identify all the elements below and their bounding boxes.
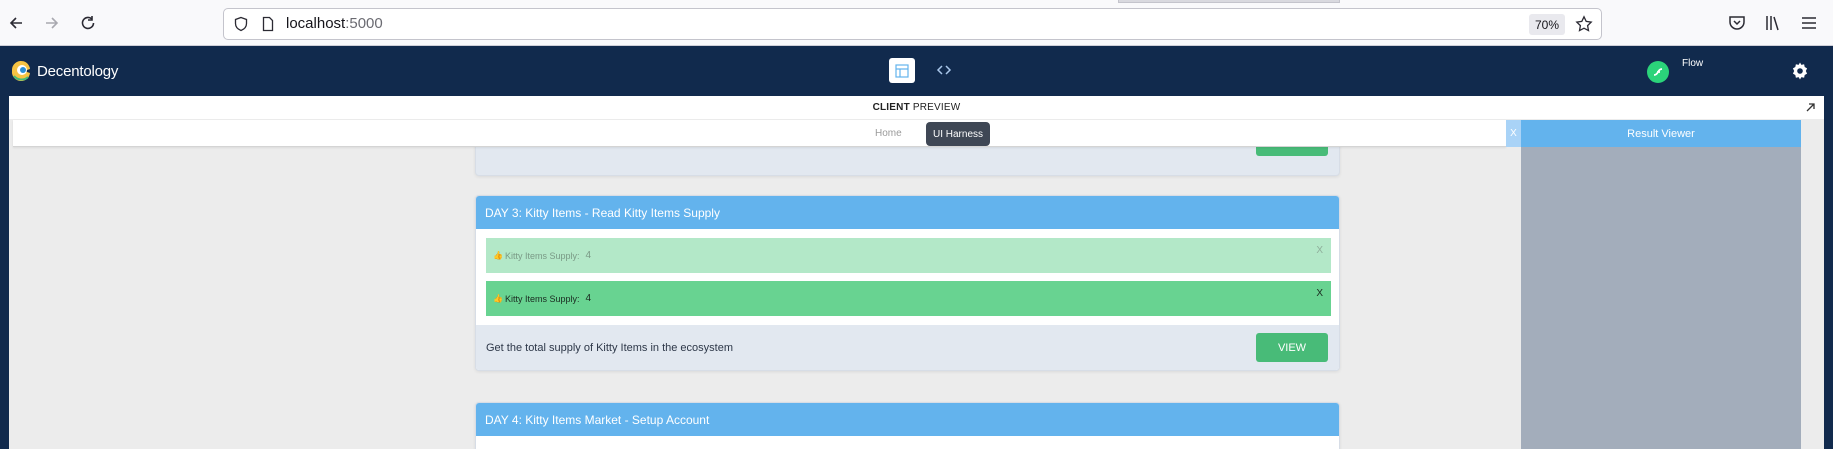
- logo-text: Decentology: [37, 62, 119, 80]
- back-arrow-icon: [9, 17, 22, 29]
- bookmark-star-icon[interactable]: [1575, 15, 1593, 33]
- flow-network-icon[interactable]: [1647, 61, 1669, 83]
- client-preview-title-bar: CLIENT PREVIEW: [9, 96, 1824, 119]
- code-view-icon[interactable]: [935, 61, 953, 79]
- decentology-logo[interactable]: Decentology: [9, 59, 118, 83]
- harness-navbar: Home UI Harness: [13, 120, 1506, 147]
- preview-view-button[interactable]: [889, 58, 915, 83]
- result-close-button[interactable]: X: [1316, 245, 1323, 256]
- tab-strip-edge: [1118, 0, 1340, 3]
- result-label: Kitty Items Supply:: [504, 250, 580, 261]
- card-footer: Get the total supply of Kitty Items in t…: [476, 325, 1339, 370]
- shield-icon[interactable]: [233, 16, 249, 32]
- url-host: localhost: [286, 15, 346, 32]
- previous-card-footer: [475, 143, 1340, 176]
- menu-icon[interactable]: [1799, 13, 1819, 33]
- result-label: Kitty Items Supply:: [504, 293, 580, 304]
- zoom-level[interactable]: 70%: [1529, 14, 1565, 35]
- app-header: Decentology Flow: [0, 46, 1833, 96]
- page-icon[interactable]: [260, 16, 276, 32]
- result-viewer: Result Viewer: [1521, 120, 1801, 449]
- card-title: DAY 4: Kitty Items Market - Setup Accoun…: [476, 403, 1339, 436]
- settings-gear-icon[interactable]: [1790, 61, 1810, 81]
- result-row: 👍 Kitty Items Supply: 4 X: [486, 238, 1331, 273]
- result-value: 4: [585, 293, 592, 304]
- forward-button[interactable]: [40, 11, 64, 35]
- nav-home-link[interactable]: Home: [875, 128, 902, 139]
- thumbs-up-icon: 👍: [493, 251, 503, 260]
- day4-card: DAY 4: Kitty Items Market - Setup Accoun…: [475, 402, 1340, 449]
- reload-icon: [81, 16, 95, 30]
- reload-button[interactable]: [76, 11, 100, 35]
- client-preview-panel: CLIENT PREVIEW Home UI Harness X Result …: [9, 96, 1824, 449]
- panel-title-rest: PREVIEW: [912, 102, 961, 113]
- result-viewer-close-button[interactable]: X: [1506, 120, 1521, 147]
- result-row: 👍 Kitty Items Supply: 4 X: [486, 281, 1331, 316]
- pocket-icon[interactable]: [1727, 13, 1747, 33]
- expand-arrow-icon[interactable]: [1804, 101, 1817, 114]
- view-button[interactable]: VIEW: [1256, 333, 1328, 362]
- card-title: DAY 3: Kitty Items - Read Kitty Items Su…: [476, 196, 1339, 229]
- network-label: Flow: [1682, 58, 1704, 69]
- day3-card: DAY 3: Kitty Items - Read Kitty Items Su…: [475, 195, 1340, 371]
- url-port: :5000: [345, 15, 383, 32]
- browser-toolbar: localhost:5000 70%: [0, 0, 1833, 46]
- result-close-button[interactable]: X: [1316, 288, 1323, 299]
- result-value: 4: [585, 250, 592, 261]
- nav-ui-harness-tab[interactable]: UI Harness: [926, 122, 990, 146]
- address-bar[interactable]: localhost:5000 70%: [223, 8, 1602, 40]
- card-description: Get the total supply of Kitty Items in t…: [486, 342, 734, 354]
- layout-icon: [895, 63, 909, 78]
- library-icon[interactable]: [1763, 13, 1783, 33]
- panel-title-bold: CLIENT: [872, 102, 910, 113]
- logo-mark-icon: [9, 59, 35, 83]
- url-text[interactable]: localhost:5000: [286, 15, 383, 32]
- forward-arrow-icon: [46, 17, 59, 29]
- thumbs-up-icon: 👍: [493, 294, 503, 303]
- back-button[interactable]: [4, 11, 28, 35]
- result-viewer-title: Result Viewer: [1521, 120, 1801, 147]
